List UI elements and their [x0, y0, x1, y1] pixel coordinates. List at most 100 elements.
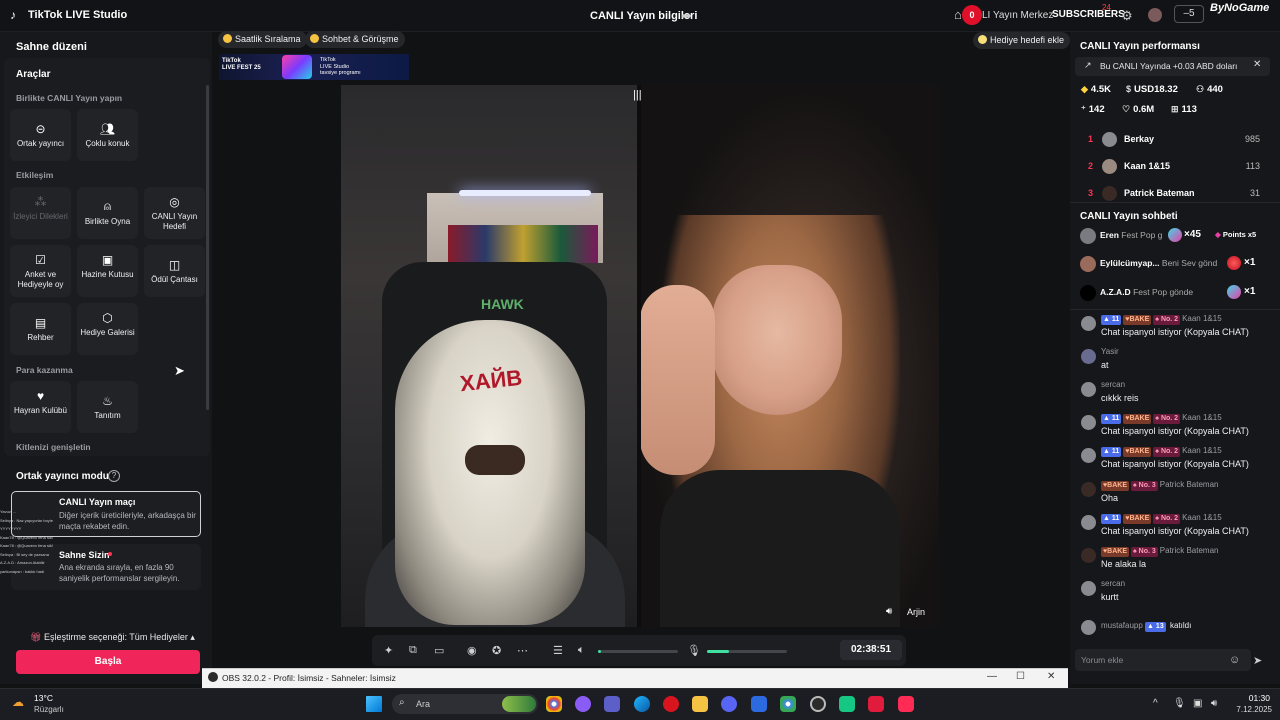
share-icon[interactable]: ➦ — [681, 8, 692, 24]
chat-header: sercan — [1101, 380, 1125, 389]
youtube-icon[interactable] — [868, 696, 884, 712]
chat-message[interactable]: ▲ 11 ♥BAKE ♠ No. 2 Kaan 1&15 Chat ispanyol i… — [1078, 314, 1268, 344]
add-gift-goal-pill[interactable]: Hediye hedefi ekle — [973, 32, 1071, 49]
copilot-icon[interactable] — [575, 696, 591, 712]
emoji-icon[interactable]: ☺ — [1229, 654, 1240, 666]
add-source-icon[interactable]: ⧉ — [409, 644, 417, 657]
gear-icon[interactable]: ⚙ — [1121, 8, 1133, 24]
chat-username[interactable]: sercan — [1101, 579, 1125, 588]
chat-header: ♥BAKE ♠ No. 3 Patrick Bateman — [1101, 546, 1218, 557]
chat-message[interactable]: ♥BAKE ♠ No. 3 Patrick Bateman Oha — [1078, 480, 1268, 510]
volume-slider[interactable] — [598, 650, 678, 653]
obs-taskbar-icon[interactable] — [810, 696, 826, 712]
volume-icon[interactable]: 🔊︎ — [1211, 698, 1217, 709]
chat-username[interactable]: sercan — [1101, 380, 1125, 389]
tool-play-together[interactable]: ⍝ Birlikte Oyna — [77, 187, 138, 239]
chat-username[interactable]: Kaan 1&15 — [1182, 513, 1222, 522]
profile-avatar[interactable] — [1148, 8, 1162, 22]
start-button[interactable]: Başla — [16, 650, 200, 674]
clock-date[interactable]: 7.12.2025 — [1232, 705, 1272, 714]
live-match-description: Diğer içerik üreticileriyle, arkadaşça b… — [59, 511, 196, 531]
clock-time[interactable]: 01:30 — [1246, 693, 1270, 703]
tool-promote[interactable]: ♨ Tanıtım — [77, 381, 138, 433]
hourly-ranking-pill[interactable]: Saatlik Sıralama — [218, 31, 307, 48]
overlay-minimize-box[interactable]: –5 — [1174, 5, 1204, 23]
live-center-link[interactable]: LI Yayın Merkez — [982, 10, 1053, 21]
ranking-row[interactable]: 1 Berkay 985 — [1078, 129, 1264, 153]
chrome-icon[interactable] — [546, 696, 562, 712]
more-icon[interactable]: ⋯ — [517, 644, 528, 657]
split-divider — [637, 85, 641, 627]
tools-scrollbar[interactable] — [206, 85, 209, 410]
chat-message[interactable]: sercan cıkkk reis — [1078, 380, 1268, 410]
ranking-row[interactable]: 3 Patrick Bateman 31 — [1078, 183, 1264, 207]
chat-username[interactable]: Kaan 1&15 — [1182, 446, 1222, 455]
fest-label-line: LIVE FEST 25 — [222, 65, 261, 71]
mail-icon[interactable] — [751, 696, 767, 712]
minimize-icon[interactable]: — — [987, 671, 997, 682]
adjust-icon[interactable]: ☰ — [553, 644, 563, 657]
chat-call-pill[interactable]: Sohbet & Görüşme — [305, 31, 405, 48]
tool-gift-gallery[interactable]: ⬡ Hediye Galerisi — [77, 303, 138, 355]
start-menu-button[interactable] — [366, 696, 382, 712]
record-icon[interactable]: ◉ — [467, 644, 477, 657]
tool-reward-bag[interactable]: ◫ Ödül Çantası — [144, 245, 205, 297]
level-badge: ▲ 13 — [1145, 622, 1166, 632]
microphone-icon[interactable]: 🎙︎ — [1173, 698, 1186, 709]
tool-treasure-box[interactable]: ▣ Hazine Kutusu — [77, 245, 138, 297]
pinned-gift-row: Eren Fest Pop g ×45 ◆ Points x5 — [1078, 224, 1266, 246]
ranking-row[interactable]: 2 Kaan 1&15 113 — [1078, 156, 1264, 180]
chevron-up-icon[interactable]: ^ — [1153, 698, 1158, 709]
edge-icon[interactable] — [634, 696, 650, 712]
match-preference-dropdown[interactable]: 🎁︎ Eşleştirme seçeneği: Tüm Hediyeler ▴ — [30, 632, 195, 643]
close-icon[interactable]: ✕ — [1047, 671, 1055, 682]
live-match-title: CANLI Yayın maçı — [59, 497, 136, 507]
volume-icon[interactable]: 🔈︎ — [578, 644, 585, 657]
search-placeholder: Ara — [416, 699, 431, 709]
tool-multi-guest[interactable]: 👥︎ Çoklu konuk — [77, 109, 138, 161]
chat-username[interactable]: Yasir — [1101, 347, 1119, 356]
chat-message[interactable]: ▲ 11 ♥BAKE ♠ No. 2 Kaan 1&15 Chat ispanyol i… — [1078, 413, 1268, 443]
file-explorer-icon[interactable] — [692, 696, 708, 712]
chat-username[interactable]: Patrick Bateman — [1160, 480, 1219, 489]
chat-username[interactable]: Kaan 1&15 — [1182, 413, 1222, 422]
chat-header: Yasir — [1101, 347, 1119, 356]
tool-guide[interactable]: ▤ Rehber — [10, 303, 71, 355]
tool-fan-club[interactable]: ♥ Hayran Kulübü — [10, 381, 71, 433]
discord-icon[interactable] — [721, 696, 737, 712]
app-icon[interactable] — [839, 696, 855, 712]
layout-icon[interactable]: ▭ — [434, 644, 444, 657]
avatar — [1081, 415, 1096, 430]
chat-message[interactable]: ▲ 11 ♥BAKE ♠ No. 2 Kaan 1&15 Chat ispanyol i… — [1078, 446, 1268, 476]
tools-title: Araçlar — [16, 69, 51, 80]
chat-message[interactable]: sercan kurtt — [1078, 579, 1268, 609]
speaker-icon[interactable]: 🔊︎ — [886, 606, 892, 617]
tool-cohost[interactable]: ⊝ Ortak yayıncı — [10, 109, 71, 161]
chrome-profile-icon[interactable] — [780, 696, 796, 712]
mic-slider-fill — [707, 650, 730, 653]
gift-text: Beni Sev gönd — [1161, 258, 1218, 268]
chat-message[interactable]: Yasir at — [1078, 347, 1268, 377]
send-icon[interactable]: ➤ — [1253, 654, 1262, 667]
tool-poll[interactable]: ☑ Anket ve Hediyeyle oy — [10, 245, 71, 297]
tool-live-goal[interactable]: ◎ CANLI Yayın Hedefi — [144, 187, 205, 239]
tiktok-studio-taskbar-icon[interactable] — [898, 696, 914, 712]
chat-message[interactable]: ♥BAKE ♠ No. 3 Patrick Bateman Ne alaka la — [1078, 546, 1268, 576]
magic-wand-icon[interactable]: ✦ — [384, 644, 393, 657]
weather-icon[interactable]: ☁ — [12, 695, 24, 709]
avatar — [1081, 482, 1096, 497]
program-label-line: tavsiye programı — [320, 70, 361, 76]
audio-bars-icon[interactable]: ||| — [633, 89, 642, 101]
gift-icon[interactable]: ⌂ — [954, 7, 962, 22]
maximize-icon[interactable]: ☐ — [1016, 671, 1025, 682]
teams-icon[interactable] — [604, 696, 620, 712]
effects-icon[interactable]: ✪ — [492, 644, 501, 657]
chat-username[interactable]: Patrick Bateman — [1160, 546, 1219, 555]
network-icon[interactable]: ▣ — [1193, 698, 1202, 709]
microphone-icon[interactable]: 🎙︎ — [687, 644, 701, 657]
opera-icon[interactable] — [663, 696, 679, 712]
chat-username[interactable]: Kaan 1&15 — [1182, 314, 1222, 323]
chat-message[interactable]: ▲ 11 ♥BAKE ♠ No. 2 Kaan 1&15 Chat ispanyol i… — [1078, 513, 1268, 543]
close-icon[interactable]: ✕ — [1253, 59, 1261, 70]
help-icon[interactable]: ? — [108, 470, 120, 482]
